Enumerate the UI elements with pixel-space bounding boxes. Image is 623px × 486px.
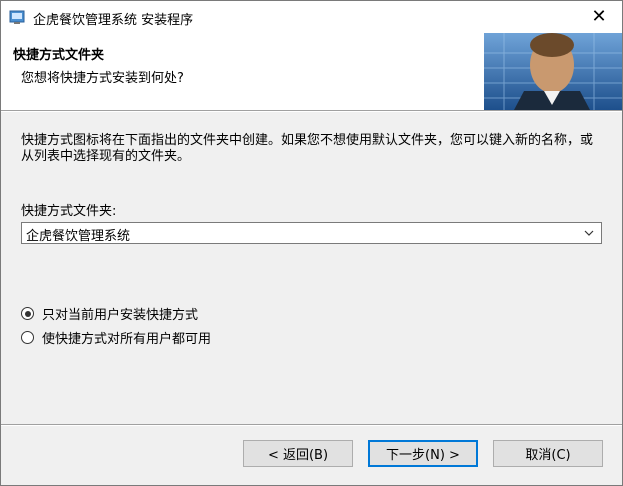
title-bar: 企虎餐饮管理系统 安装程序 ✕ xyxy=(1,1,622,32)
header-divider-highlight xyxy=(1,111,622,112)
next-button[interactable]: 下一步(N) > xyxy=(368,440,478,467)
installer-window: 企虎餐饮管理系统 安装程序 ✕ 快捷方式文件夹 您想将快捷方式安装到何处? 快捷… xyxy=(0,0,623,486)
window-title: 企虎餐饮管理系统 安装程序 xyxy=(33,13,194,28)
radio-button-unselected[interactable] xyxy=(21,331,34,344)
radio-button-selected[interactable] xyxy=(21,307,34,320)
instruction-text: 快捷方式图标将在下面指出的文件夹中创建。如果您不想使用默认文件夹，您可以键入新的… xyxy=(21,133,594,164)
radio-current-user-label: 只对当前用户安装快捷方式 xyxy=(42,308,199,323)
installer-app-icon xyxy=(9,10,25,24)
footer-divider-highlight xyxy=(1,425,622,426)
radio-current-user[interactable]: 只对当前用户安装快捷方式 xyxy=(21,304,198,323)
page-subtitle: 您想将快捷方式安装到何处? xyxy=(21,71,184,86)
shortcut-folder-value: 企虎餐饮管理系统 xyxy=(26,229,131,244)
cancel-button[interactable]: 取消(C) xyxy=(493,440,603,467)
radio-all-users-label: 使快捷方式对所有用户都可用 xyxy=(42,332,212,347)
radio-dot xyxy=(24,310,31,317)
chevron-down-icon[interactable] xyxy=(583,227,595,239)
folder-label: 快捷方式文件夹: xyxy=(21,204,117,219)
back-button[interactable]: < 返回(B) xyxy=(243,440,353,467)
radio-all-users[interactable]: 使快捷方式对所有用户都可用 xyxy=(21,328,211,347)
close-icon[interactable]: ✕ xyxy=(576,1,622,32)
wizard-header: 快捷方式文件夹 您想将快捷方式安装到何处? xyxy=(1,32,622,110)
shortcut-folder-combobox[interactable]: 企虎餐饮管理系统 xyxy=(21,222,602,244)
header-banner-image xyxy=(484,33,622,110)
page-title: 快捷方式文件夹 xyxy=(13,48,105,63)
